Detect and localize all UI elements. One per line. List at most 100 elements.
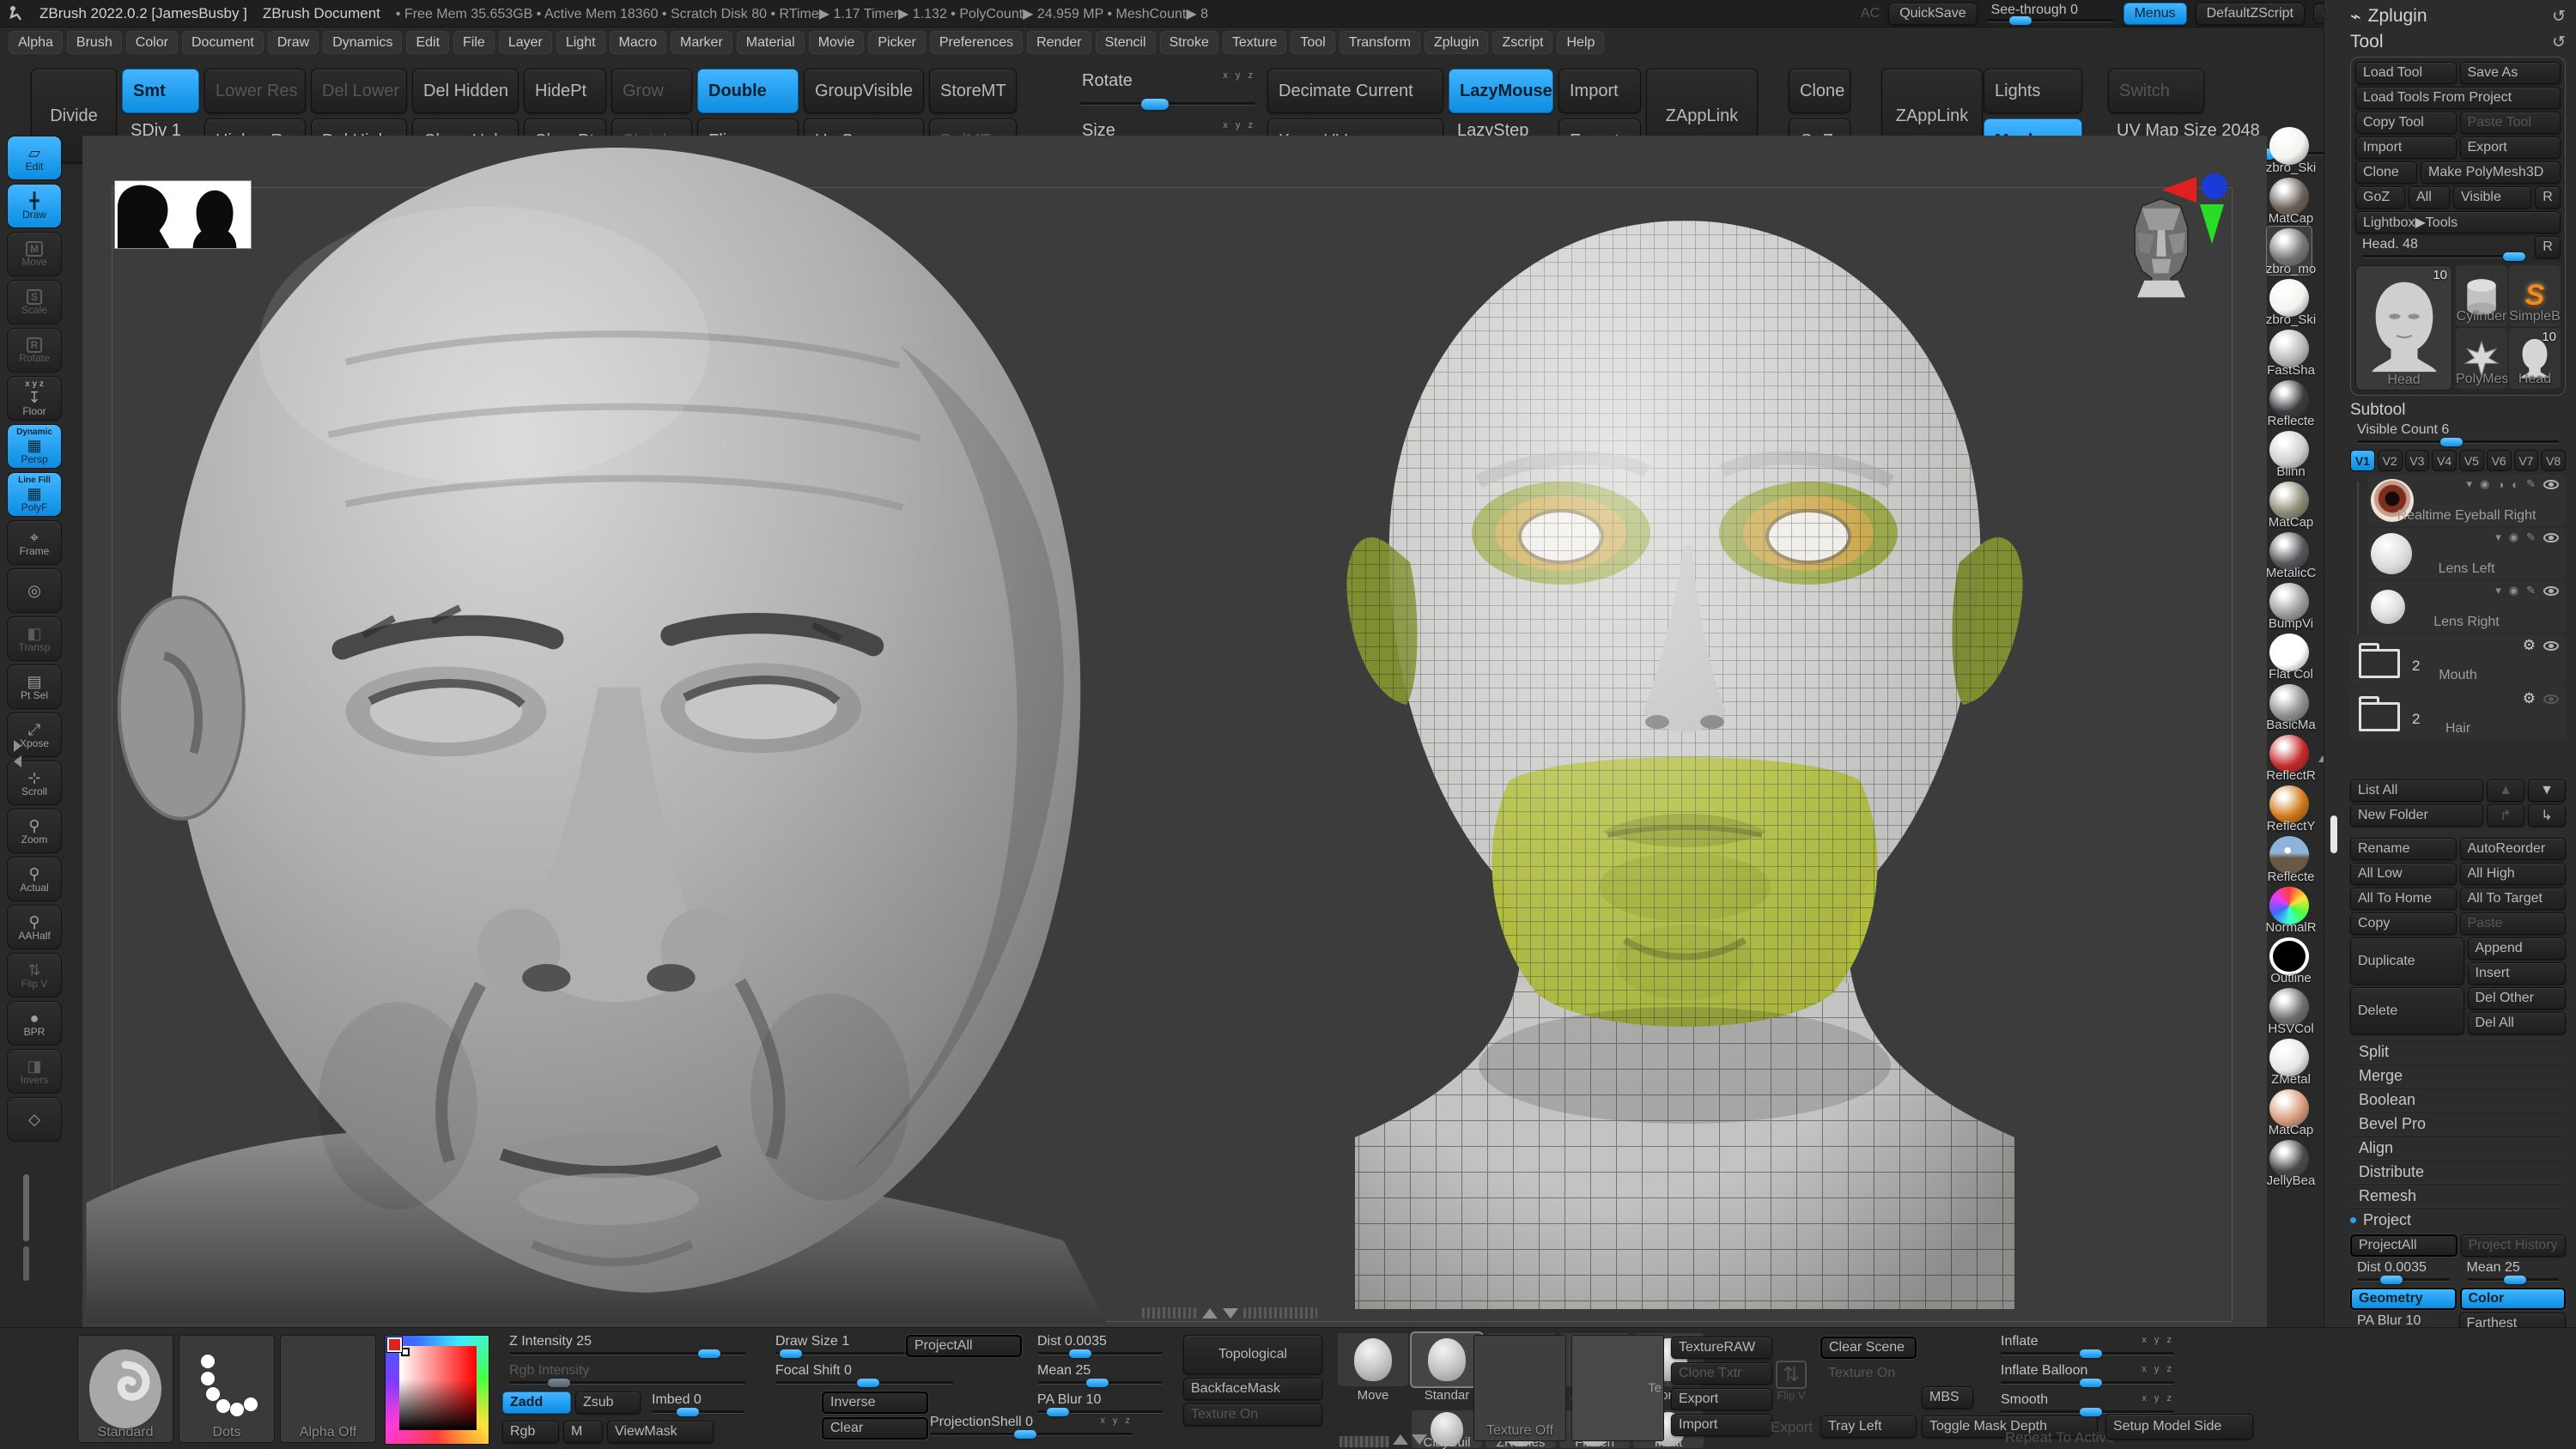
rotate-slider[interactable]: Rotate x y z [1073,69,1262,113]
menu-item[interactable]: Color [125,31,178,54]
z-intensity-slider[interactable]: Z Intensity 25 [502,1333,753,1359]
zsub-button[interactable]: Zsub [575,1391,641,1414]
material-swatch[interactable]: NormalR [2265,885,2317,935]
subtool-item-eyeball[interactable]: ▾ ◉ ◑ ◐ ✎ Realtime Eyeball Right [2367,475,2566,526]
material-swatch[interactable]: Blinn [2267,429,2312,479]
visibility-tab[interactable]: V3 [2404,450,2430,471]
lower-res-button[interactable]: Lower Res [204,69,306,113]
material-swatch[interactable]: MatCap [2267,1088,2313,1137]
menu-item[interactable]: Help [1557,31,1605,54]
flag-icon[interactable]: ▾ [2467,477,2473,491]
switch-button[interactable]: Switch [2108,69,2204,113]
load-tool-button[interactable]: Load Tool [2355,62,2457,84]
duplicate-button[interactable]: Duplicate [2350,937,2464,985]
material-swatch[interactable]: MatCap [2267,480,2313,530]
make-polymesh3d-button[interactable]: Make PolyMesh3D [2421,161,2561,184]
del-lower-button[interactable]: Del Lower [311,69,407,113]
visibility-eye-icon[interactable] [2543,479,2559,489]
uv-icon[interactable]: ◐ [2512,478,2518,491]
pair-icon[interactable]: ◉ [2480,477,2489,491]
double-button[interactable]: Double [697,69,799,113]
hidept-button[interactable]: HidePt [524,69,606,113]
texture-thumbnail[interactable]: Te [1571,1335,1664,1441]
clear-scene-button[interactable]: Clear Scene [1820,1337,1917,1359]
clone-txtr-button[interactable]: Clone Txtr [1671,1362,1772,1385]
material-swatch[interactable]: zbro_mo [2266,226,2316,276]
mean-slider-shelf[interactable]: Mean 25 [1030,1362,1170,1388]
zplugin-palette-header[interactable]: ⌁ Zplugin ↺ [2350,3,2566,29]
menu-item[interactable]: Brush [66,31,122,54]
gear-icon[interactable]: ⚙ [2523,637,2536,654]
current-brush-thumbnail[interactable]: Standard [77,1335,173,1443]
all-low-button[interactable]: All Low [2350,863,2457,885]
frame-button[interactable]: ⌖ Frame [7,520,62,565]
left-scrollbar-2[interactable] [23,1246,29,1281]
goz-visible-button[interactable]: Visible [2453,186,2531,209]
shelf-scroll-hatch[interactable] [1340,1436,1389,1447]
m-button[interactable]: M [563,1421,603,1443]
list-all-button[interactable]: List All [2350,779,2483,802]
dist-slider-shelf[interactable]: Dist 0.0035 [1030,1333,1170,1359]
camera-button[interactable]: ◎ [7,568,62,613]
import-button[interactable]: Import [1558,69,1641,113]
material-swatch[interactable]: MetalicC [2266,530,2316,580]
current-stroke-thumbnail[interactable]: Dots [179,1335,275,1443]
current-alpha-thumbnail[interactable]: Alpha Off [280,1335,376,1443]
current-color-swatch[interactable] [386,1337,403,1353]
menu-item[interactable]: Material [736,31,805,54]
subtool-scrollbar[interactable] [2330,815,2337,853]
all-to-home-button[interactable]: All To Home [2350,888,2457,910]
clone-tool-button[interactable]: Clone [2355,161,2417,184]
flag-icon[interactable]: ▾ [2495,530,2501,544]
brush-slot[interactable]: Move [1338,1333,1408,1403]
delete-button[interactable]: Delete [2350,987,2464,1034]
all-high-button[interactable]: All High [2459,863,2566,885]
load-tools-from-project-button[interactable]: Load Tools From Project [2355,87,2561,109]
subtool-folder-mouth[interactable]: 2 ⚙ Mouth [2350,634,2566,686]
texture-off-thumbnail[interactable]: Texture Off [1473,1335,1566,1441]
menu-item[interactable]: Transform [1339,31,1420,54]
export-tool-button[interactable]: Export [2459,136,2561,159]
goz-all-button[interactable]: All [2409,186,2450,209]
color-picker[interactable] [385,1335,489,1445]
paint-icon[interactable]: ✎ [2526,584,2536,597]
bpr-button[interactable]: ● BPR [7,1001,62,1046]
topological-button[interactable]: Topological [1183,1335,1322,1374]
menu-item[interactable]: Alpha [9,31,63,54]
project-geometry-button[interactable]: Geometry [2350,1288,2457,1310]
visibility-tab[interactable]: V7 [2513,450,2539,471]
gear-icon[interactable]: ⚙ [2523,690,2536,707]
visibility-eye-icon[interactable] [2543,640,2559,651]
flip-v-button[interactable]: ⇅ Flip V [7,953,62,997]
panel-section-header[interactable]: Split [2350,1040,2566,1064]
scale-tool-button[interactable]: S Scale [7,280,62,324]
smt-button[interactable]: Smt [122,69,199,113]
visible-count-slider[interactable]: Visible Count 6 [2350,421,2566,447]
head-slider[interactable]: Head. 48 [2355,236,2531,262]
default-zscript-button[interactable]: DefaultZScript [2195,2,2305,25]
material-swatch[interactable]: JellyBea [2267,1138,2315,1188]
visibility-eye-icon[interactable] [2543,532,2559,543]
quicksave-button[interactable]: QuickSave [1888,2,1978,25]
point-selection-button[interactable]: ▤ Pt Sel [7,664,62,709]
menu-item[interactable]: Document [181,31,264,54]
menu-item[interactable]: Edit [406,31,450,54]
menu-item[interactable]: Draw [267,31,319,54]
lazymouse-button[interactable]: LazyMouse [1449,69,1553,113]
menu-item[interactable]: Zscript [1492,31,1553,54]
tray-edge-arrows[interactable] [14,740,21,767]
inverse-button[interactable]: Inverse [822,1391,928,1414]
visibility-tab[interactable]: V2 [2377,450,2403,471]
draw-tool-button[interactable]: ╋ Draw [7,184,62,228]
visibility-eye-icon[interactable] [2543,694,2559,704]
flag-icon[interactable]: ▾ [2495,584,2501,597]
subtool-item-lens-right[interactable]: ▾ ◉ ✎ Lens Right [2367,581,2566,633]
canvas-scroll-widget[interactable] [1142,1307,1317,1319]
project-color-button[interactable]: Color [2459,1288,2566,1310]
paint-icon[interactable]: ✎ [2526,477,2536,491]
rotate-tool-button[interactable]: R Rotate [7,328,62,373]
material-swatch[interactable]: MatCap [2267,176,2313,226]
rgb-button[interactable]: Rgb [502,1421,559,1443]
lights-button[interactable]: Lights [1984,69,2082,113]
persp-button[interactable]: Dynamic ▦ Persp [7,424,62,469]
